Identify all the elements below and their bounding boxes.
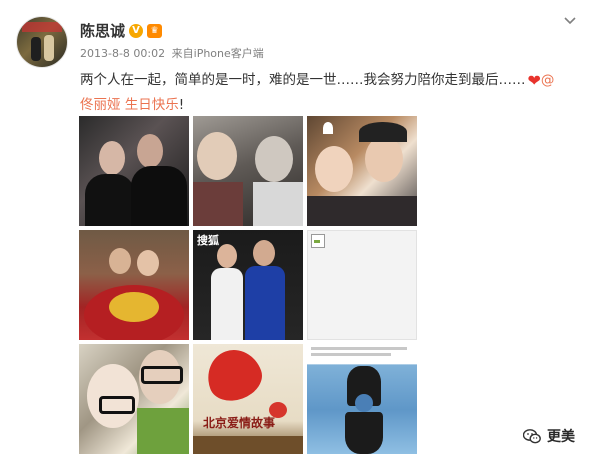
mention-name[interactable]: 佟丽娅 <box>80 97 125 113</box>
source-prefix: 来自 <box>171 47 194 60</box>
post-end: ! <box>178 97 185 113</box>
photo-thumbnail[interactable] <box>307 116 417 226</box>
footer-label: 更美 <box>547 429 575 445</box>
photo-thumbnail[interactable] <box>307 344 417 454</box>
heart-icon: ❤ <box>527 71 541 90</box>
mention-link[interactable]: @ <box>541 68 555 93</box>
post-body: 两个人在一起，简单的是一时，难的是一世……我会努力陪你走到最后…… <box>80 72 526 88</box>
photo-thumbnail[interactable]: 北京爱情故事 <box>193 344 303 454</box>
photo-thumbnail[interactable]: 搜狐 <box>193 230 303 340</box>
photo-grid: 搜狐 北京爱情故事 <box>79 116 417 454</box>
photo-thumbnail[interactable] <box>79 230 189 340</box>
chevron-down-icon[interactable] <box>563 14 577 28</box>
user-name[interactable]: 陈思诚 <box>80 20 125 41</box>
photo-thumbnail[interactable] <box>193 116 303 226</box>
avatar-shape <box>31 37 41 61</box>
avatar[interactable] <box>16 16 68 68</box>
photo-watermark: 搜狐 <box>197 234 219 247</box>
post-meta: 2013-8-8 00:02 来自iPhone客户端 <box>80 45 267 61</box>
wechat-icon <box>523 428 541 443</box>
user-header: 陈思诚 V ♛ <box>80 20 163 41</box>
post-source[interactable]: iPhone客户端 <box>194 47 264 60</box>
broken-image-icon <box>311 234 325 248</box>
post-time[interactable]: 2013-8-8 00:02 <box>80 47 165 60</box>
avatar-shape <box>22 22 62 32</box>
movie-title: 北京爱情故事 <box>203 416 276 430</box>
tag-link[interactable]: 生日快乐 <box>125 97 179 113</box>
member-icon[interactable]: ♛ <box>147 23 163 38</box>
avatar-shape <box>44 35 54 61</box>
footer-brand: 更美 <box>523 426 575 446</box>
post-text: 两个人在一起，简单的是一时，难的是一世……我会努力陪你走到最后…… ❤ @ 佟丽… <box>80 68 580 118</box>
photo-thumbnail[interactable] <box>79 344 189 454</box>
photo-thumbnail[interactable] <box>79 116 189 226</box>
photo-thumbnail[interactable] <box>307 230 417 340</box>
verified-icon[interactable]: V <box>129 23 144 38</box>
